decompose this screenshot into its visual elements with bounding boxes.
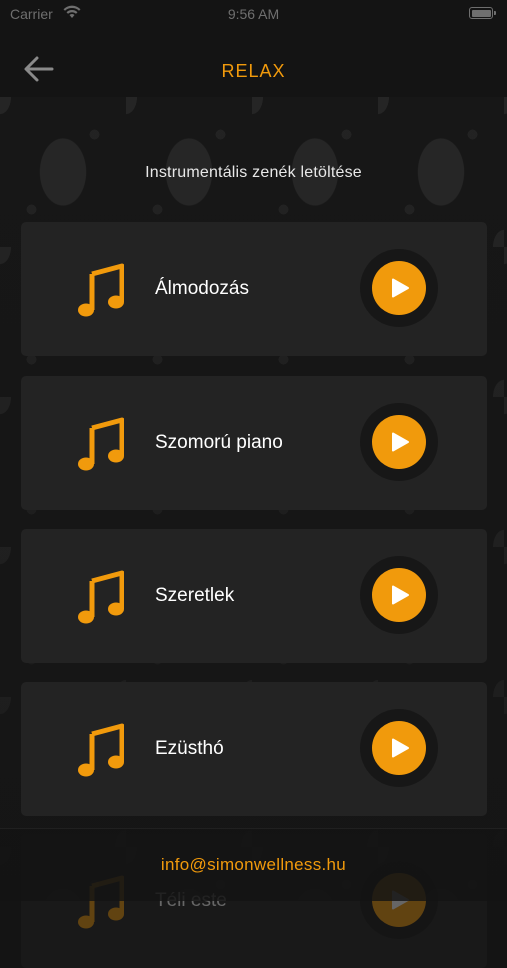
play-icon xyxy=(392,278,409,298)
music-note-icon xyxy=(78,570,124,624)
track-name: Álmodozás xyxy=(155,278,249,299)
battery-icon xyxy=(469,7,496,19)
track-card[interactable]: Ezüsthó xyxy=(21,682,487,816)
play-button[interactable] xyxy=(360,556,438,634)
music-note-icon xyxy=(78,723,124,777)
play-icon xyxy=(392,432,409,452)
play-button[interactable] xyxy=(360,709,438,787)
play-button-circle xyxy=(372,415,426,469)
play-button[interactable] xyxy=(360,249,438,327)
music-note-icon xyxy=(78,417,124,471)
play-button[interactable] xyxy=(360,403,438,481)
section-subtitle: Instrumentális zenék letöltése xyxy=(145,164,362,181)
footer-bar: info@simonwellness.hu xyxy=(0,828,507,901)
page-title: RELAX xyxy=(221,61,286,81)
navigation-bar: RELAX xyxy=(0,28,507,97)
track-card[interactable]: Szeretlek xyxy=(21,529,487,663)
play-button-circle xyxy=(372,568,426,622)
track-name: Szomorú piano xyxy=(155,432,283,453)
track-card[interactable]: Szomorú piano xyxy=(21,376,487,510)
play-icon xyxy=(392,585,409,605)
clock: 9:56 AM xyxy=(227,6,280,22)
track-name: Ezüsthó xyxy=(155,738,224,759)
play-button-circle xyxy=(372,721,426,775)
track-name: Szeretlek xyxy=(155,585,235,606)
play-icon xyxy=(392,738,409,758)
contact-email-link[interactable]: info@simonwellness.hu xyxy=(0,855,507,875)
play-button-circle xyxy=(372,261,426,315)
track-card[interactable]: Álmodozás xyxy=(21,222,487,356)
status-bar: Carrier 9:56 AM xyxy=(0,0,507,28)
music-note-icon xyxy=(78,263,124,317)
